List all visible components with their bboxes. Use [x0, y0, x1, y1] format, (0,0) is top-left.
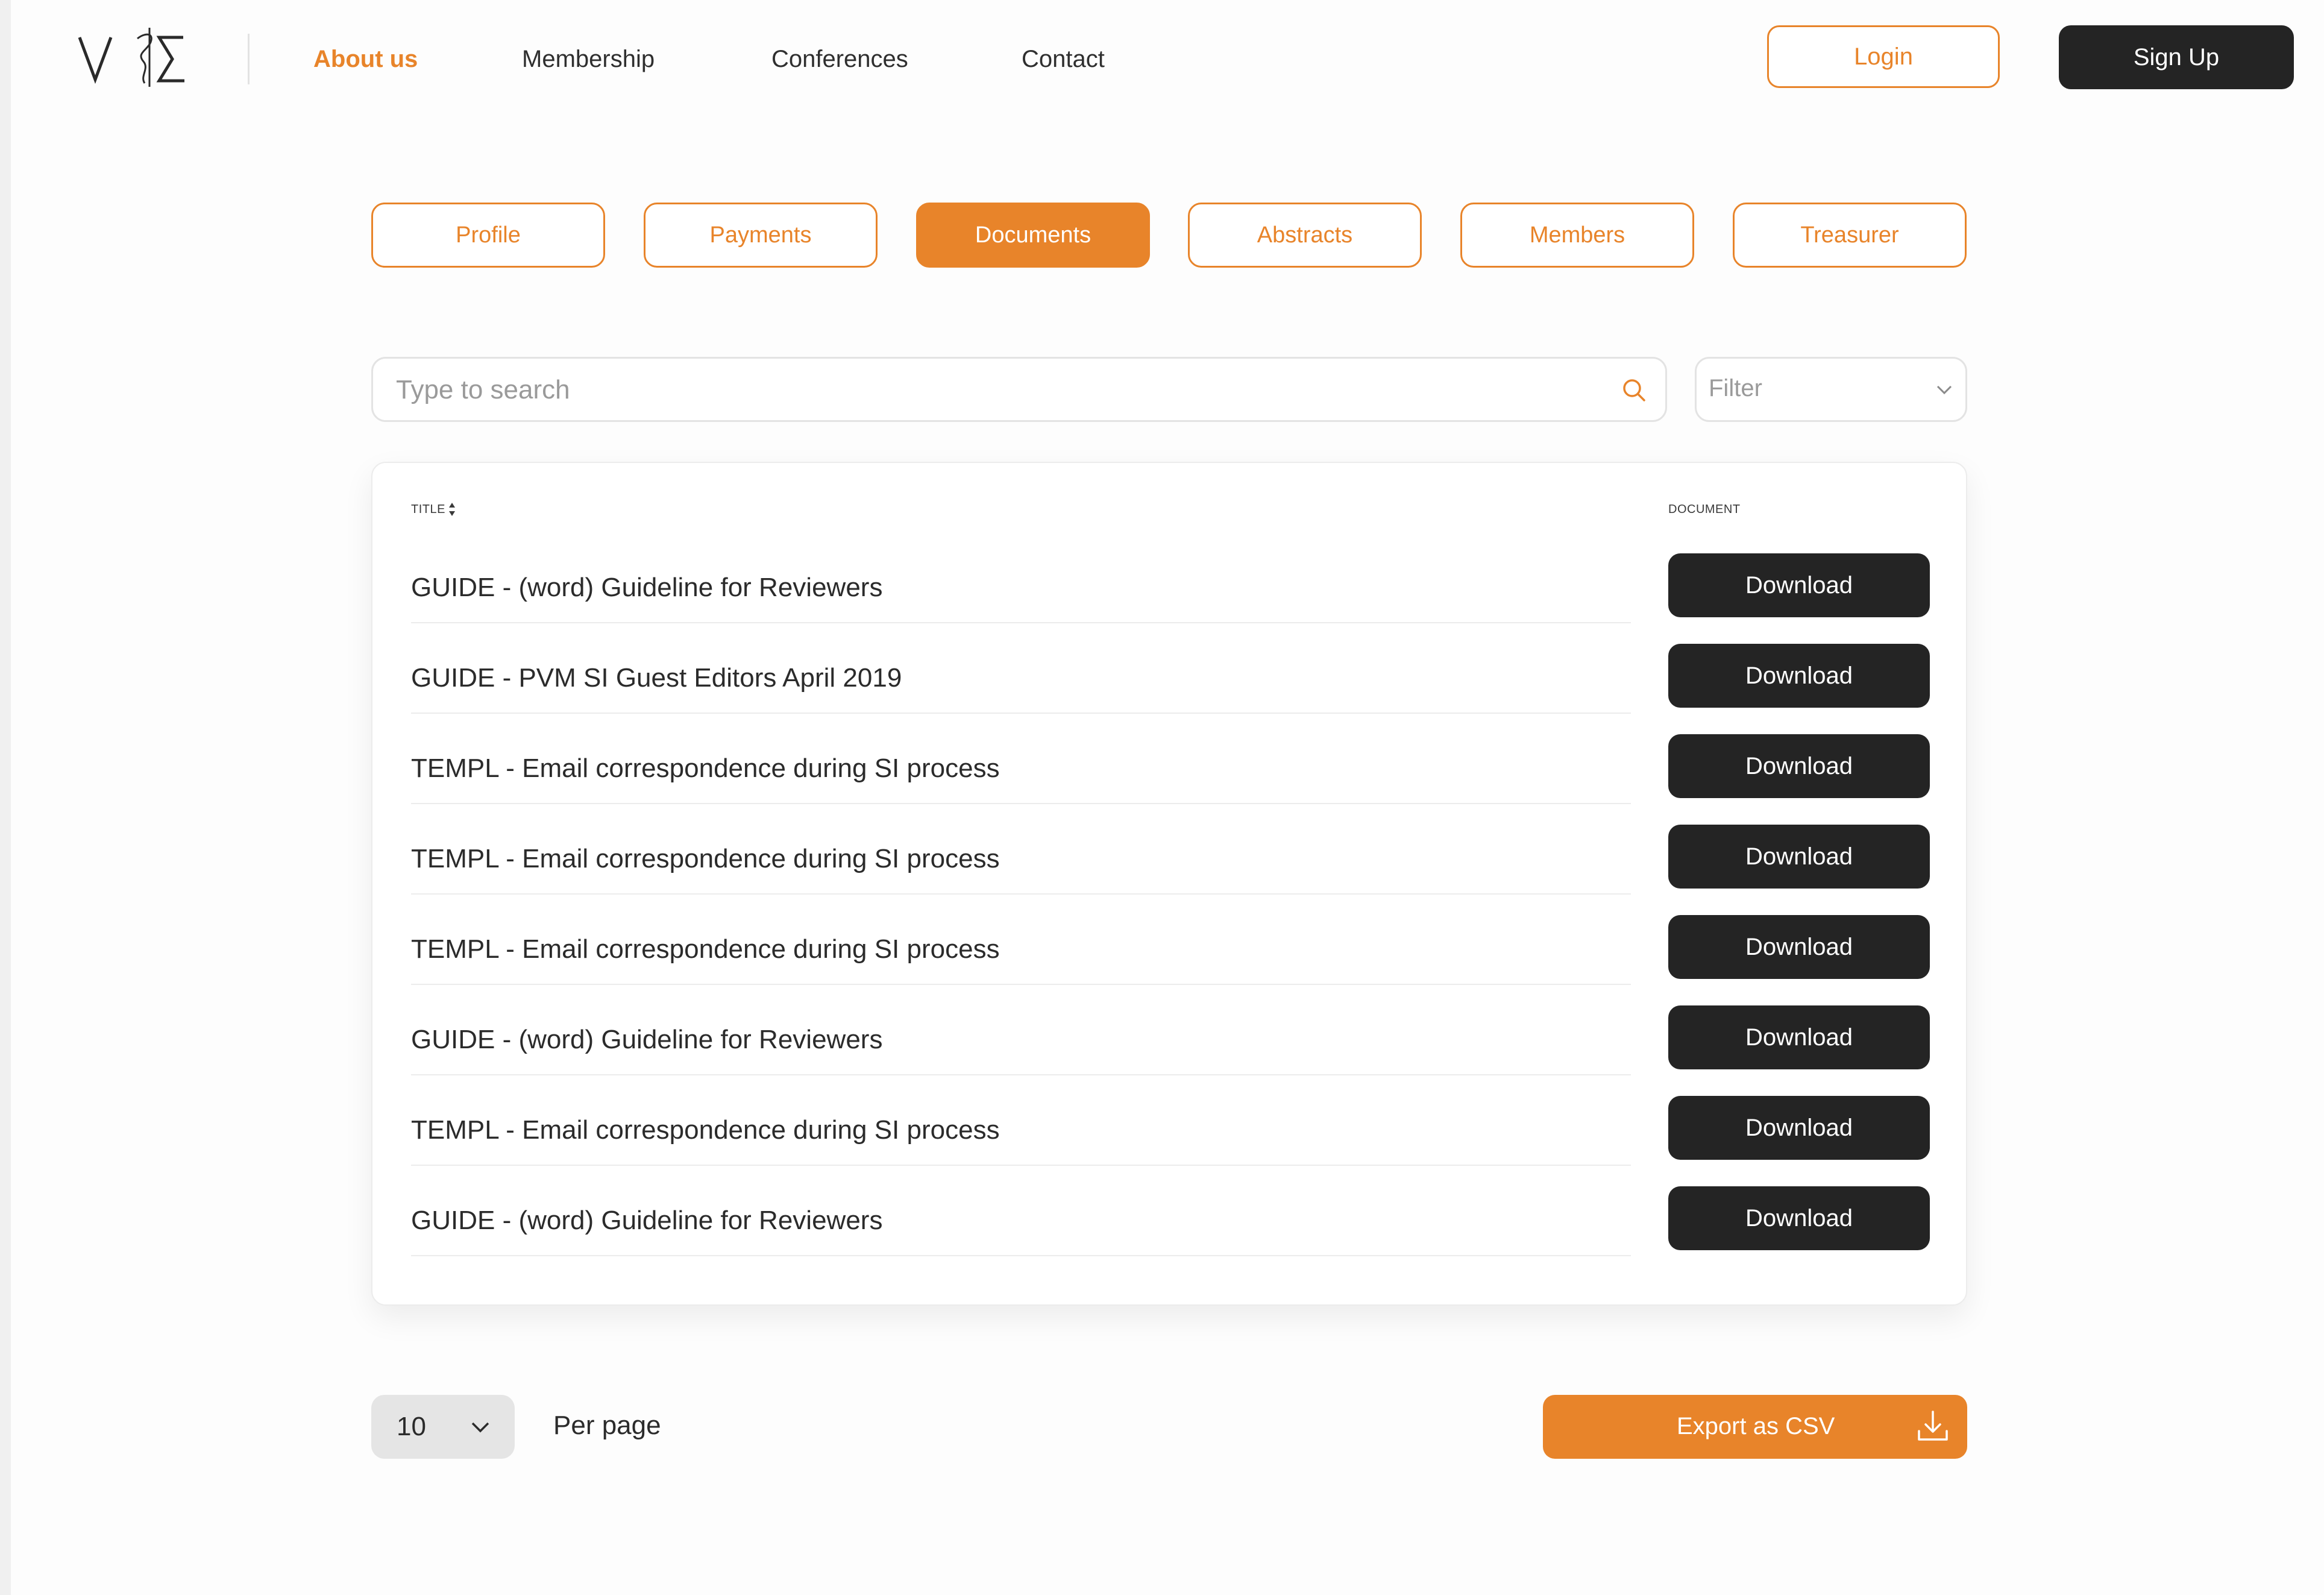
download-button[interactable]: Download — [1668, 734, 1930, 798]
row-divider — [411, 713, 1631, 714]
nav-membership[interactable]: Membership — [522, 43, 655, 75]
tab-treasurer[interactable]: Treasurer — [1733, 203, 1967, 268]
site-logo[interactable] — [77, 24, 186, 90]
row-title: TEMPL - Email correspondence during SI p… — [411, 844, 1000, 873]
search-input[interactable] — [395, 359, 1578, 421]
row-divider — [411, 1255, 1631, 1256]
download-button[interactable]: Download — [1668, 825, 1930, 889]
row-title: TEMPL - Email correspondence during SI p… — [411, 1115, 1000, 1145]
nav-about-us[interactable]: About us — [313, 43, 418, 75]
search-box — [371, 357, 1667, 422]
download-button[interactable]: Download — [1668, 644, 1930, 708]
download-button[interactable]: Download — [1668, 553, 1930, 617]
signup-button[interactable]: Sign Up — [2059, 25, 2294, 89]
sort-icon[interactable] — [447, 502, 457, 517]
download-button[interactable]: Download — [1668, 1096, 1930, 1160]
download-button[interactable]: Download — [1668, 1186, 1930, 1250]
download-icon — [1918, 1411, 1948, 1441]
documents-table: TITLE DOCUMENT GUIDE - (word) Guideline … — [371, 462, 1967, 1306]
chevron-down-icon — [1936, 385, 1952, 395]
row-title: TEMPL - Email correspondence during SI p… — [411, 934, 1000, 964]
table-row: TEMPL - Email correspondence during SI p… — [372, 734, 1968, 825]
row-divider — [411, 893, 1631, 895]
filter-placeholder: Filter — [1709, 375, 1762, 401]
search-icon[interactable] — [1621, 377, 1647, 403]
per-page-select[interactable]: 10 — [371, 1395, 515, 1459]
tab-members[interactable]: Members — [1460, 203, 1694, 268]
filter-select[interactable]: Filter — [1695, 357, 1967, 422]
download-button[interactable]: Download — [1668, 915, 1930, 979]
nav-conferences[interactable]: Conferences — [771, 43, 908, 75]
row-divider — [411, 984, 1631, 985]
table-row: TEMPL - Email correspondence during SI p… — [372, 825, 1968, 915]
tab-profile[interactable]: Profile — [371, 203, 605, 268]
tab-abstracts[interactable]: Abstracts — [1188, 203, 1422, 268]
page: About us Membership Conferences Contact … — [11, 0, 2324, 1595]
window-edge — [0, 0, 11, 1595]
row-divider — [411, 1165, 1631, 1166]
table-row: TEMPL - Email correspondence during SI p… — [372, 1096, 1968, 1186]
row-title: GUIDE - PVM SI Guest Editors April 2019 — [411, 663, 902, 693]
column-header-title[interactable]: TITLE — [411, 503, 445, 517]
export-csv-button[interactable]: Export as CSV — [1543, 1395, 1967, 1459]
per-page-value: 10 — [397, 1412, 426, 1441]
table-row: GUIDE - (word) Guideline for Reviewers D… — [372, 553, 1968, 644]
login-button[interactable]: Login — [1767, 25, 2000, 88]
row-divider — [411, 622, 1631, 623]
tab-payments[interactable]: Payments — [644, 203, 878, 268]
table-row: GUIDE - PVM SI Guest Editors April 2019 … — [372, 644, 1968, 734]
row-divider — [411, 1074, 1631, 1075]
table-row: GUIDE - (word) Guideline for Reviewers D… — [372, 1005, 1968, 1096]
logo-mark-icon — [78, 28, 184, 87]
row-title: GUIDE - (word) Guideline for Reviewers — [411, 1025, 883, 1054]
export-csv-label: Export as CSV — [1677, 1413, 1835, 1439]
nav-contact[interactable]: Contact — [1022, 43, 1105, 75]
tab-documents[interactable]: Documents — [916, 203, 1150, 268]
table-row: GUIDE - (word) Guideline for Reviewers D… — [372, 1186, 1968, 1277]
download-button[interactable]: Download — [1668, 1005, 1930, 1069]
row-title: TEMPL - Email correspondence during SI p… — [411, 753, 1000, 783]
header-divider — [248, 34, 250, 84]
chevron-down-icon — [471, 1422, 489, 1433]
per-page-label: Per page — [553, 1411, 661, 1440]
table-row: TEMPL - Email correspondence during SI p… — [372, 915, 1968, 1005]
row-title: GUIDE - (word) Guideline for Reviewers — [411, 573, 883, 602]
column-header-document: DOCUMENT — [1668, 503, 1741, 516]
row-divider — [411, 803, 1631, 804]
row-title: GUIDE - (word) Guideline for Reviewers — [411, 1206, 883, 1235]
